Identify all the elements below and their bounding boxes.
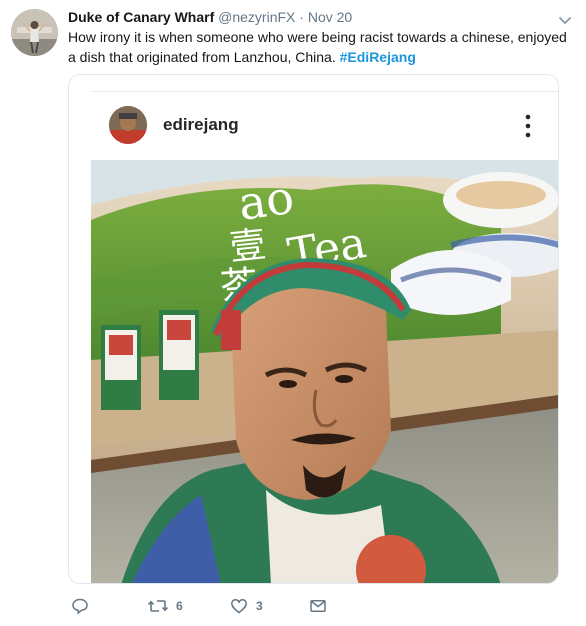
sign-text-top: ao (235, 170, 297, 231)
instagram-screenshot: edirejang ao 壹 Tea 茶 (91, 87, 558, 583)
divider (91, 91, 558, 92)
retweet-count: 6 (176, 599, 183, 613)
vertical-dots-icon (525, 113, 531, 139)
like-button[interactable]: 3 (230, 594, 263, 618)
tweet[interactable]: Duke of Canary Wharf @nezyrinFX · Nov 20… (0, 0, 586, 626)
direct-message-button[interactable] (309, 594, 327, 618)
like-count: 3 (256, 599, 263, 613)
separator: · (299, 9, 304, 25)
user-handle[interactable]: @nezyrinFX (218, 9, 295, 25)
tweet-actions: 6 3 (68, 594, 488, 618)
retweet-button[interactable]: 6 (148, 594, 183, 618)
retweet-icon (148, 600, 168, 612)
instagram-avatar (109, 106, 147, 144)
display-name[interactable]: Duke of Canary Wharf (68, 9, 214, 25)
reply-icon (72, 598, 88, 615)
hashtag-link[interactable]: #EdiRejang (340, 49, 416, 65)
reply-button[interactable] (71, 594, 97, 618)
tweet-text: How irony it is when someone who were be… (68, 27, 578, 67)
heart-icon (231, 599, 247, 614)
tweet-header: Duke of Canary Wharf @nezyrinFX · Nov 20 (68, 8, 546, 26)
tweet-text-body: How irony it is when someone who were be… (68, 29, 567, 65)
envelope-icon (310, 600, 326, 612)
media-card[interactable]: edirejang ao 壹 Tea 茶 (68, 74, 559, 584)
avatar-image (11, 9, 58, 56)
selfie-photo: ao 壹 Tea 茶 (91, 160, 558, 583)
avatar[interactable] (11, 9, 58, 56)
timestamp[interactable]: Nov 20 (308, 9, 352, 25)
instagram-username: edirejang (163, 115, 239, 134)
chevron-down-icon[interactable] (558, 12, 572, 25)
